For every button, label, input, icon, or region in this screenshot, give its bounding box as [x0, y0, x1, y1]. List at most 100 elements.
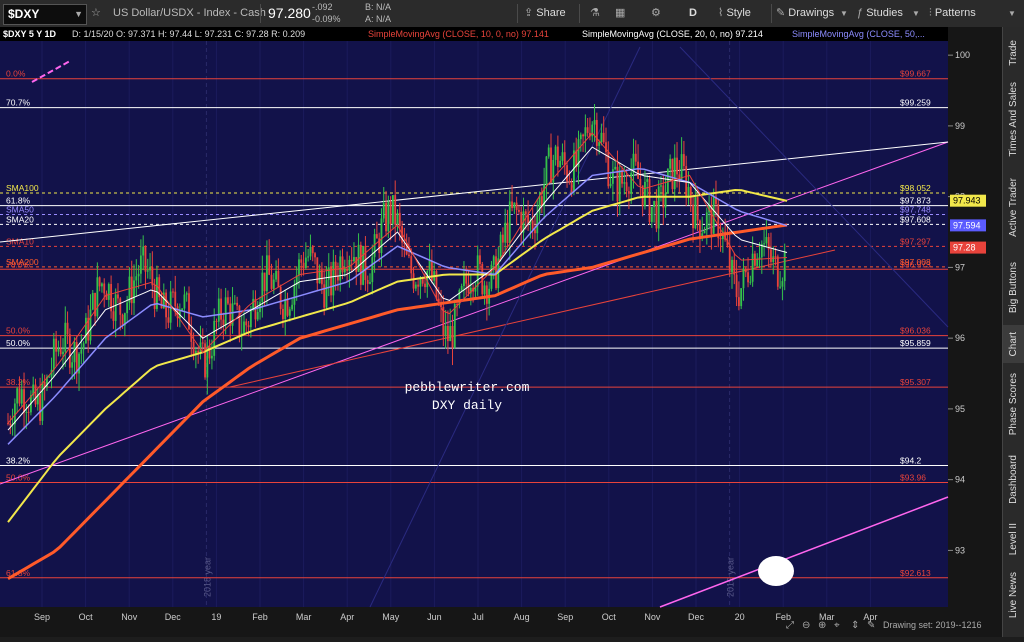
sidebar-tab-trade[interactable]: Trade: [1003, 31, 1024, 75]
candle-body: [16, 388, 19, 404]
candle-body: [185, 293, 188, 295]
sidebar-tab-big-buttons[interactable]: Big Buttons: [1003, 251, 1024, 325]
candle-body: [135, 276, 138, 281]
candle-body: [382, 202, 385, 219]
candle-body: [584, 127, 587, 137]
candle-body: [554, 146, 557, 160]
candle-body: [424, 283, 426, 288]
candle-body: [531, 220, 534, 230]
candle-body: [355, 257, 358, 272]
sidebar-tab-level-ii[interactable]: Level II: [1003, 513, 1024, 565]
candle-body: [453, 303, 456, 348]
candle-body: [222, 319, 225, 326]
fib-level-value: $92.613: [900, 568, 931, 578]
candle-body: [547, 147, 550, 157]
candle-body: [705, 212, 708, 231]
fib-level-label: 38.2%: [6, 377, 31, 387]
fit-icon[interactable]: ⇕: [851, 620, 859, 631]
candle-body: [648, 179, 651, 222]
candle-body: [66, 322, 69, 335]
candle-body: [174, 291, 177, 307]
fib-level-label: 50.0%: [6, 338, 31, 348]
candle-body: [183, 294, 186, 309]
sma-level-label: SMA200: [6, 257, 39, 267]
candle-body: [126, 302, 129, 314]
crosshair-icon[interactable]: ⌖: [834, 620, 840, 631]
plot-area: [0, 41, 948, 607]
candle-body: [107, 283, 110, 300]
top-toolbar: $DXY ▼ ☆ US Dollar/USDX - Index - Cash 9…: [0, 0, 1024, 28]
star-icon[interactable]: ☆: [91, 0, 101, 27]
candle-body: [282, 308, 284, 320]
right-sidebar: Trade Times And Sales Active Trader Big But…: [1002, 27, 1024, 637]
candle-body: [366, 280, 369, 284]
candle-body: [485, 285, 488, 304]
zoom-out-icon[interactable]: ⊖: [802, 620, 810, 631]
share-button[interactable]: ⇪ Share: [524, 0, 566, 27]
flask-icon[interactable]: ⚗: [590, 0, 600, 27]
chevron-down-icon[interactable]: ▼: [840, 0, 848, 27]
candle-body: [623, 182, 626, 184]
sidebar-tab-live-news[interactable]: Live News: [1003, 565, 1024, 625]
gear-icon[interactable]: ⚙: [651, 0, 661, 27]
chevron-down-icon[interactable]: ▼: [912, 0, 920, 27]
symbol-selector[interactable]: $DXY ▼: [3, 4, 87, 25]
candle-body: [18, 388, 21, 404]
patterns-button[interactable]: ⫶ Patterns: [929, 0, 976, 27]
candle-body: [139, 255, 142, 274]
drawings-button[interactable]: ✎ Drawings: [776, 0, 834, 27]
period-button[interactable]: D: [689, 0, 697, 27]
candle-body: [550, 147, 552, 183]
chevron-down-icon[interactable]: ▼: [1008, 0, 1016, 27]
candle-body: [611, 169, 614, 184]
price-chart[interactable]: 2018 year 2019 year 0.0% $99.667 70.7% $99.2…: [0, 27, 1003, 637]
candle-body: [165, 292, 168, 318]
sidebar-tab-phase-scores[interactable]: Phase Scores: [1003, 363, 1024, 445]
candle-body: [394, 195, 397, 225]
candle-body: [263, 272, 266, 292]
style-button[interactable]: ⌇ Style: [718, 0, 751, 27]
sma-level-value: $98.052: [900, 183, 931, 193]
expand-icon[interactable]: ⤢: [786, 620, 794, 631]
candle-body: [556, 146, 559, 167]
studies-button[interactable]: ƒ Studies: [857, 0, 903, 27]
chart-canvas[interactable]: 2018 year 2019 year 0.0% $99.667 70.7% $99.2…: [0, 27, 1003, 637]
candle-body: [389, 201, 392, 224]
candle-body: [385, 202, 387, 232]
symbol-period[interactable]: $DXY 5 Y 1D: [3, 29, 57, 39]
sidebar-tab-label: Active Trader: [1008, 177, 1019, 237]
candle-body: [600, 132, 603, 143]
price-axis-label: 93: [955, 545, 965, 555]
watermark-line-1: pebblewriter.com: [405, 380, 530, 395]
candle-body: [751, 253, 754, 282]
fib-level-value: $94.2: [900, 456, 922, 466]
candle-body: [201, 342, 204, 344]
sidebar-tab-dashboard[interactable]: Dashboard: [1003, 445, 1024, 513]
drawing-set-label[interactable]: Drawing set: 2019--1216: [883, 620, 982, 630]
candle-body: [73, 342, 76, 363]
candle-body: [27, 411, 30, 413]
sidebar-tab-chart[interactable]: Chart: [1003, 325, 1024, 363]
time-axis-label: Oct: [602, 612, 617, 622]
time-axis-label: 20: [735, 612, 745, 622]
ask-price: A: N/A: [365, 14, 392, 24]
candle-body: [62, 351, 64, 355]
studies-label: Studies: [866, 7, 903, 19]
candle-body: [286, 298, 289, 316]
sidebar-tab-active-trader[interactable]: Active Trader: [1003, 163, 1024, 251]
ohlc-readout: D: 1/15/20 O: 97.371 H: 97.44 L: 97.231 …: [72, 29, 305, 39]
candle-body: [217, 298, 220, 322]
divider: [517, 4, 518, 23]
sidebar-tab-times-and-sales[interactable]: Times And Sales: [1003, 75, 1024, 163]
calendar-icon[interactable]: ▦: [615, 0, 625, 27]
candle-body: [249, 309, 252, 328]
candle-body: [430, 260, 433, 281]
zoom-in-icon[interactable]: ⊕: [818, 620, 826, 631]
candle-body: [364, 246, 367, 281]
candle-body: [699, 220, 701, 239]
candle-body: [463, 275, 465, 287]
symbol-description: US Dollar/USDX - Index - Cash: [113, 7, 266, 19]
drawing-set-icon[interactable]: ✎: [867, 620, 875, 631]
candle-body: [776, 256, 779, 287]
candle-body: [59, 348, 62, 355]
